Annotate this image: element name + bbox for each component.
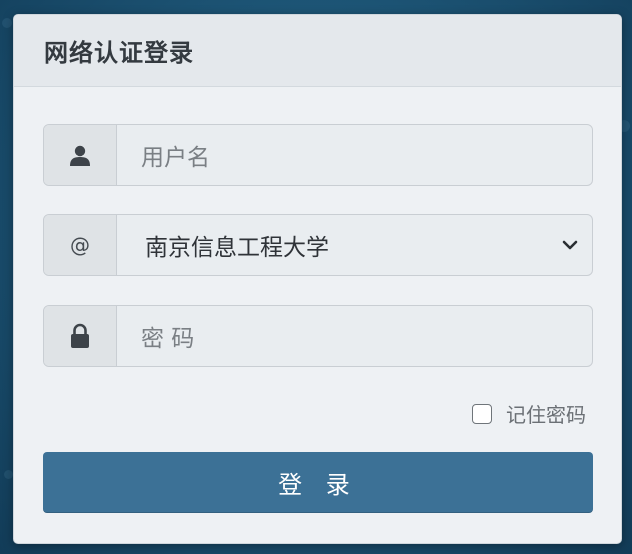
password-group: 密 码	[43, 305, 593, 367]
panel-header: 网络认证登录	[14, 15, 621, 87]
domain-selected-value: 南京信息工程大学	[145, 235, 329, 261]
domain-addon: @	[44, 215, 117, 275]
remember-label: 记住密码	[506, 403, 586, 427]
domain-select[interactable]: 南京信息工程大学	[117, 215, 592, 275]
login-button[interactable]: 登 录	[43, 452, 593, 513]
remember-checkbox[interactable]	[472, 403, 492, 424]
domain-group: @ 南京信息工程大学	[43, 214, 593, 276]
username-group: 用户名	[43, 124, 593, 186]
background-dot	[2, 18, 12, 28]
user-icon	[44, 125, 117, 185]
lock-icon	[44, 306, 117, 366]
chevron-down-icon	[562, 235, 578, 256]
remember-password[interactable]: 记住密码	[472, 399, 586, 428]
username-input[interactable]: 用户名	[117, 125, 592, 185]
login-panel: 网络认证登录 用户名 @ 南京信息工程大学 密 码 记住密码 登 录	[13, 14, 622, 544]
panel-title: 网络认证登录	[44, 39, 194, 67]
password-input[interactable]: 密 码	[117, 306, 592, 366]
background-dot	[4, 470, 13, 479]
